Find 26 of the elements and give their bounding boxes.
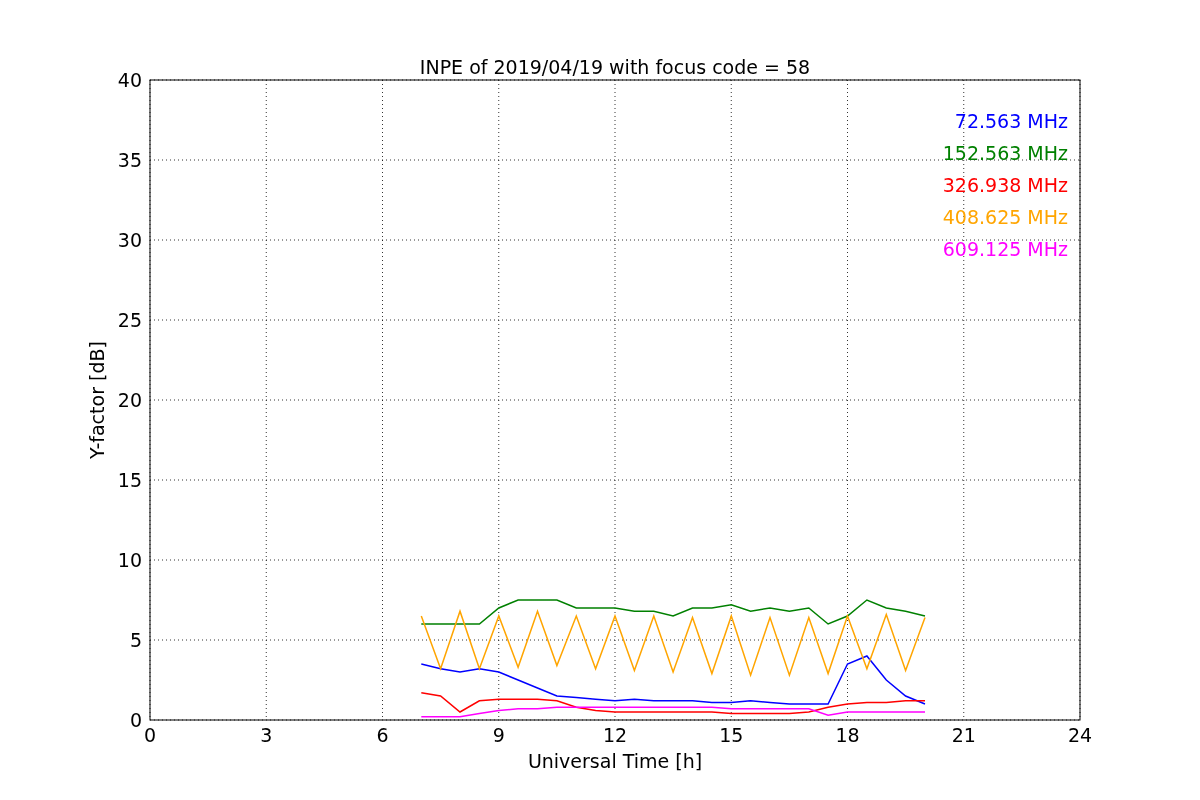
legend-label: 72.563 MHz — [954, 110, 1068, 132]
tick-label: 5 — [129, 629, 142, 651]
tick-label: 21 — [951, 724, 976, 746]
tick-label: 15 — [117, 469, 142, 491]
tick-label: 0 — [129, 709, 142, 731]
tick-label: 25 — [117, 309, 142, 331]
tick-label: 24 — [1067, 724, 1093, 746]
tick-label: 40 — [117, 69, 142, 91]
tick-label: 35 — [117, 149, 142, 171]
tick-label: 12 — [602, 724, 628, 746]
chart-title: INPE of 2019/04/19 with focus code = 58 — [419, 56, 811, 78]
tick-label: 9 — [492, 724, 505, 746]
tick-label: 30 — [117, 229, 142, 251]
legend-label: 326.938 MHz — [942, 174, 1068, 196]
x-axis-label: Universal Time [h] — [527, 750, 703, 772]
tick-label: 15 — [719, 724, 744, 746]
tick-label: 10 — [117, 549, 142, 571]
legend-label: 152.563 MHz — [942, 142, 1068, 164]
tick-label: 0 — [143, 724, 157, 746]
tick-label: 18 — [835, 724, 860, 746]
legend-label: 408.625 MHz — [942, 206, 1068, 228]
legend-label: 609.125 MHz — [942, 238, 1068, 260]
tick-label: 20 — [117, 389, 142, 411]
tick-label: 3 — [260, 724, 273, 746]
y-axis-label: Y-factor [dB] — [86, 341, 108, 459]
tick-label: 6 — [376, 724, 389, 746]
